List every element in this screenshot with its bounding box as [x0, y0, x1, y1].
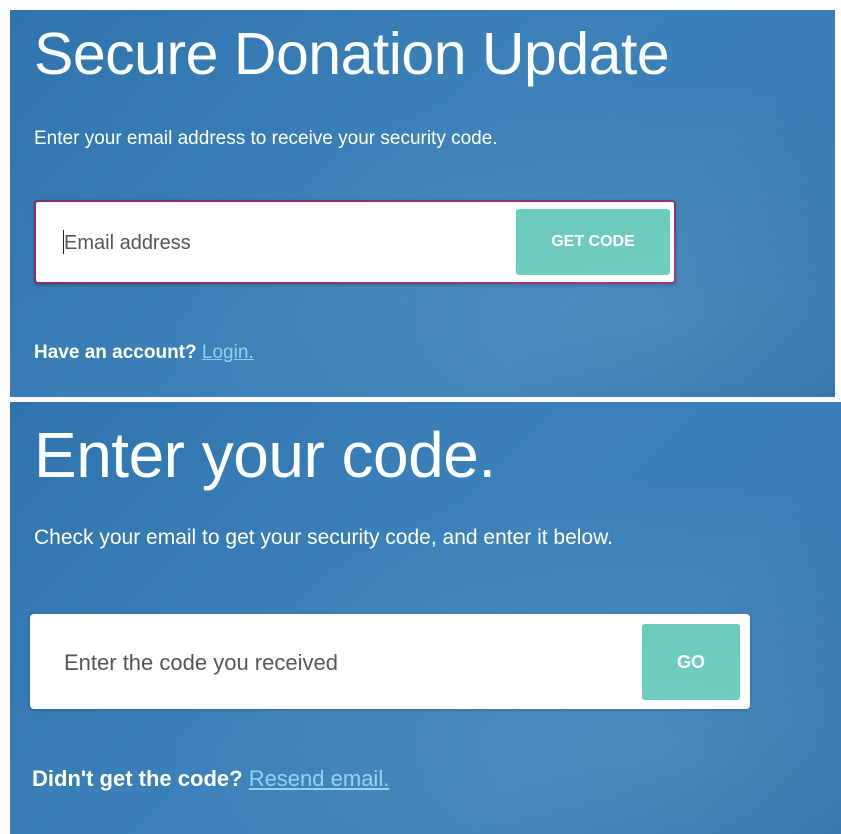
request-code-panel: Secure Donation Update Enter your email …	[10, 10, 835, 397]
code-form: GO	[30, 614, 750, 709]
page-title: Enter your code.	[34, 419, 496, 491]
code-input[interactable]	[62, 640, 626, 686]
get-code-button[interactable]: GET CODE	[516, 209, 670, 275]
instruction-text: Check your email to get your security co…	[34, 526, 613, 549]
instruction-text: Enter your email address to receive your…	[34, 128, 498, 149]
resend-email-link[interactable]: Resend email.	[249, 766, 390, 791]
page-title: Secure Donation Update	[34, 21, 670, 87]
text-cursor	[63, 230, 64, 254]
login-prompt: Have an account? Login.	[34, 342, 254, 364]
login-prompt-text: Have an account?	[34, 342, 197, 363]
resend-prompt-text: Didn't get the code?	[32, 766, 243, 791]
go-button[interactable]: GO	[642, 624, 740, 700]
login-link[interactable]: Login.	[202, 342, 254, 363]
email-form: GET CODE	[34, 200, 676, 284]
resend-prompt: Didn't get the code? Resend email.	[32, 766, 389, 792]
enter-code-panel: Enter your code. Check your email to get…	[10, 402, 841, 834]
email-input[interactable]	[62, 222, 496, 264]
